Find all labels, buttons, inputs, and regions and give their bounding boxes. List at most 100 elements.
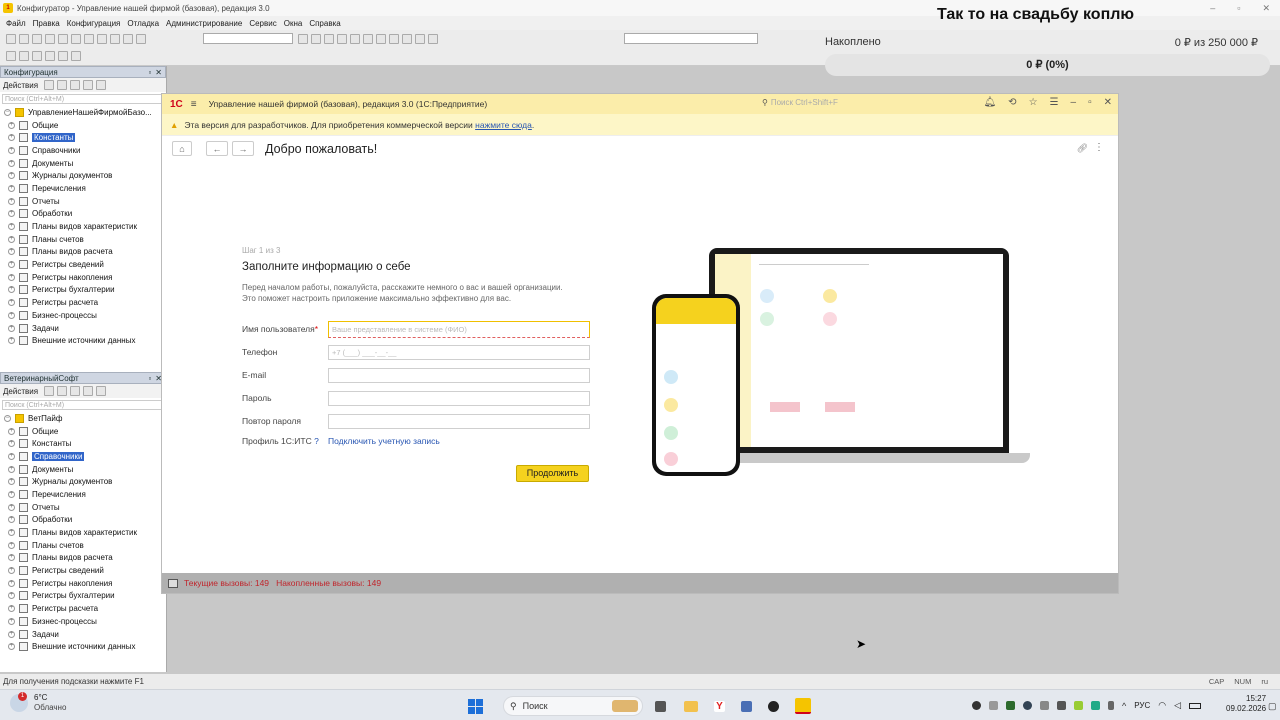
module-icon[interactable]: [376, 34, 386, 44]
add-icon[interactable]: [44, 80, 55, 90]
yandex-browser-icon[interactable]: Y: [714, 700, 725, 712]
tb2-d-icon[interactable]: [45, 51, 55, 61]
tray-app-4-icon[interactable]: [1057, 701, 1066, 710]
nvidia-icon[interactable]: [1006, 701, 1015, 710]
pin-icon[interactable]: ▫: [148, 374, 151, 383]
expand-icon[interactable]: +: [8, 299, 15, 307]
expand-icon[interactable]: +: [8, 248, 15, 256]
expand-icon[interactable]: +: [8, 311, 15, 319]
forward-button[interactable]: →: [232, 141, 254, 156]
tray-app-3-icon[interactable]: [1040, 701, 1049, 710]
edit-icon[interactable]: [57, 386, 68, 396]
tree-item[interactable]: + Регистры бухгалтерии: [0, 590, 166, 603]
toolbar-combo-1[interactable]: [203, 33, 293, 44]
paste-icon[interactable]: [71, 34, 81, 44]
vet-search-input[interactable]: Поиск (Ctrl+Alt+M): [2, 400, 164, 410]
continue-button[interactable]: Продолжить: [516, 465, 589, 482]
windows-icon[interactable]: [168, 578, 178, 588]
history-icon[interactable]: ⟲: [1008, 97, 1016, 108]
notification-icon[interactable]: ▢: [1268, 701, 1277, 712]
wifi-icon[interactable]: ◠: [1158, 700, 1166, 711]
find-icon[interactable]: [123, 34, 133, 44]
expand-icon[interactable]: +: [8, 197, 15, 205]
run-icon[interactable]: [337, 34, 347, 44]
tree-root[interactable]: − УправлениеНашейФирмойБазо...: [0, 106, 166, 119]
tree-item[interactable]: + Задачи: [0, 628, 166, 641]
expand-icon[interactable]: +: [8, 529, 15, 537]
tree-item[interactable]: + Планы видов расчета: [0, 246, 166, 259]
table-icon[interactable]: [402, 34, 412, 44]
expand-icon[interactable]: +: [8, 121, 15, 129]
tree-item[interactable]: + Регистры расчета: [0, 296, 166, 309]
hamburger-icon[interactable]: ≡: [191, 99, 197, 110]
github-icon[interactable]: [768, 700, 779, 712]
tree-item[interactable]: + Регистры бухгалтерии: [0, 284, 166, 297]
up-icon[interactable]: [83, 80, 94, 90]
tree-item[interactable]: + Планы счетов: [0, 539, 166, 552]
tree-item[interactable]: + Константы: [0, 437, 166, 450]
tray-app-2-icon[interactable]: [989, 701, 998, 710]
tb2-f-icon[interactable]: [71, 51, 81, 61]
expand-icon[interactable]: +: [8, 465, 15, 473]
tree-item[interactable]: + Журналы документов: [0, 475, 166, 488]
down-icon[interactable]: [96, 80, 107, 90]
tree-item[interactable]: + Общие: [0, 425, 166, 438]
expand-icon[interactable]: +: [8, 427, 15, 435]
expand-icon[interactable]: +: [8, 516, 15, 524]
email-input[interactable]: [328, 367, 590, 383]
delete-icon[interactable]: [70, 386, 81, 396]
menu-edit[interactable]: Правка: [33, 19, 60, 28]
tb2-c-icon[interactable]: [32, 51, 42, 61]
tree-item[interactable]: + Внешние источники данных: [0, 640, 166, 653]
tree-item[interactable]: + Регистры сведений: [0, 564, 166, 577]
tree-item[interactable]: + Внешние источники данных: [0, 334, 166, 347]
menu-icon[interactable]: ☰: [1050, 97, 1059, 108]
tb2-a-icon[interactable]: [6, 51, 16, 61]
up-icon[interactable]: [83, 386, 94, 396]
volume-icon[interactable]: ◁: [1174, 700, 1181, 711]
show-hidden-icon[interactable]: ^: [1122, 701, 1126, 711]
expand-icon[interactable]: +: [8, 273, 15, 281]
taskbar-search[interactable]: ⚲ Поиск: [503, 696, 643, 716]
minimize-icon[interactable]: –: [1071, 97, 1077, 108]
tree-item[interactable]: + Бизнес-процессы: [0, 309, 166, 322]
stop-icon[interactable]: [350, 34, 360, 44]
save-icon[interactable]: [32, 34, 42, 44]
tree-item[interactable]: + Обработки: [0, 208, 166, 221]
tb2-e-icon[interactable]: [58, 51, 68, 61]
watch-icon[interactable]: [363, 34, 373, 44]
back-button[interactable]: ←: [206, 141, 228, 156]
password-repeat-input[interactable]: [328, 413, 590, 429]
expand-icon[interactable]: +: [8, 490, 15, 498]
tree-item[interactable]: + Регистры накопления: [0, 577, 166, 590]
clock[interactable]: 15:27 09.02.2026: [1226, 694, 1266, 714]
actions-menu[interactable]: Действия: [3, 387, 38, 396]
tree-item[interactable]: + Перечисления: [0, 182, 166, 195]
add-icon[interactable]: [44, 386, 55, 396]
delete-icon[interactable]: [70, 80, 81, 90]
banner-link[interactable]: нажмите сюда: [475, 120, 532, 130]
tree-item[interactable]: + Бизнес-процессы: [0, 615, 166, 628]
weather-widget[interactable]: 1 6°C Облачно: [10, 692, 66, 713]
open-icon[interactable]: [19, 34, 29, 44]
menu-debug[interactable]: Отладка: [127, 19, 159, 28]
expand-icon[interactable]: +: [8, 554, 15, 562]
pin-icon[interactable]: ▫: [148, 68, 151, 77]
toolbar-combo-2[interactable]: [624, 33, 758, 44]
menu-help[interactable]: Справка: [309, 19, 340, 28]
expand-icon[interactable]: +: [8, 567, 15, 575]
expand-icon[interactable]: +: [8, 210, 15, 218]
zoom-icon[interactable]: [136, 34, 146, 44]
battery-icon[interactable]: [1189, 702, 1202, 709]
tree-item[interactable]: + Обработки: [0, 514, 166, 527]
star-icon[interactable]: ☆: [1029, 97, 1038, 108]
expand-icon[interactable]: +: [8, 134, 15, 142]
expand-icon[interactable]: +: [8, 440, 15, 448]
tree-item[interactable]: + Константы: [0, 131, 166, 144]
menu-administration[interactable]: Администрирование: [166, 19, 242, 28]
tree-item[interactable]: + Документы: [0, 463, 166, 476]
copy-icon[interactable]: [58, 34, 68, 44]
tb2-b-icon[interactable]: [19, 51, 29, 61]
tree-item[interactable]: + Отчеты: [0, 501, 166, 514]
settings-icon[interactable]: [428, 34, 438, 44]
